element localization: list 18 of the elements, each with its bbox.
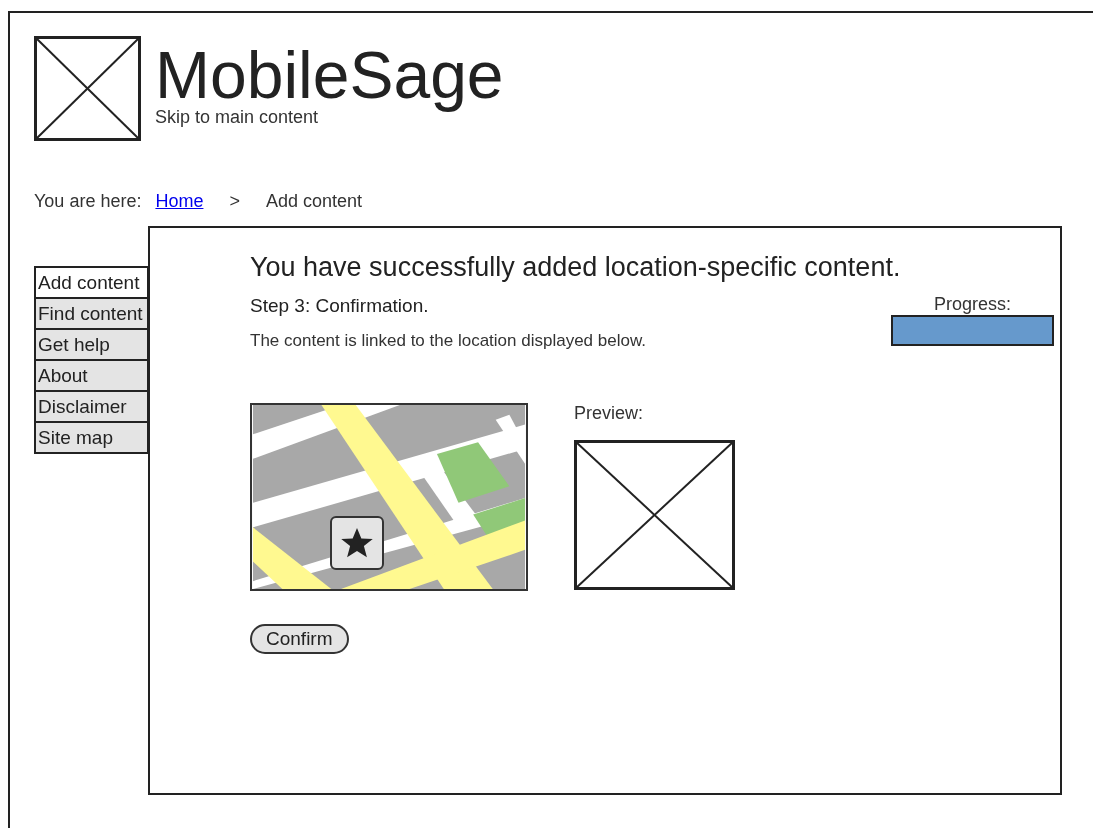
site-title: MobileSage	[155, 39, 504, 111]
progress-label: Progress:	[934, 294, 1011, 315]
confirm-button[interactable]: Confirm	[250, 624, 349, 654]
page-heading: You have successfully added location-specific content.	[250, 251, 902, 284]
breadcrumb-current: Add content	[265, 191, 363, 212]
nav-item[interactable]: Disclaimer	[34, 391, 149, 422]
nav-item[interactable]: Site map	[34, 422, 149, 454]
nav-item[interactable]: Add content	[34, 266, 149, 298]
nav-item[interactable]: Get help	[34, 329, 149, 360]
step-title: Step 3: Confirmation.	[250, 295, 430, 317]
nav-item[interactable]: Find content	[34, 298, 149, 329]
breadcrumb-link[interactable]: Home	[155, 191, 204, 212]
breadcrumb-separator: >	[229, 191, 240, 212]
map-marker[interactable]	[330, 516, 384, 570]
nav-item[interactable]: About	[34, 360, 149, 391]
breadcrumb-label: You are here:	[34, 191, 142, 212]
preview-label: Preview:	[574, 403, 645, 424]
description-text: The content is linked to the location displayed below.	[250, 331, 646, 351]
